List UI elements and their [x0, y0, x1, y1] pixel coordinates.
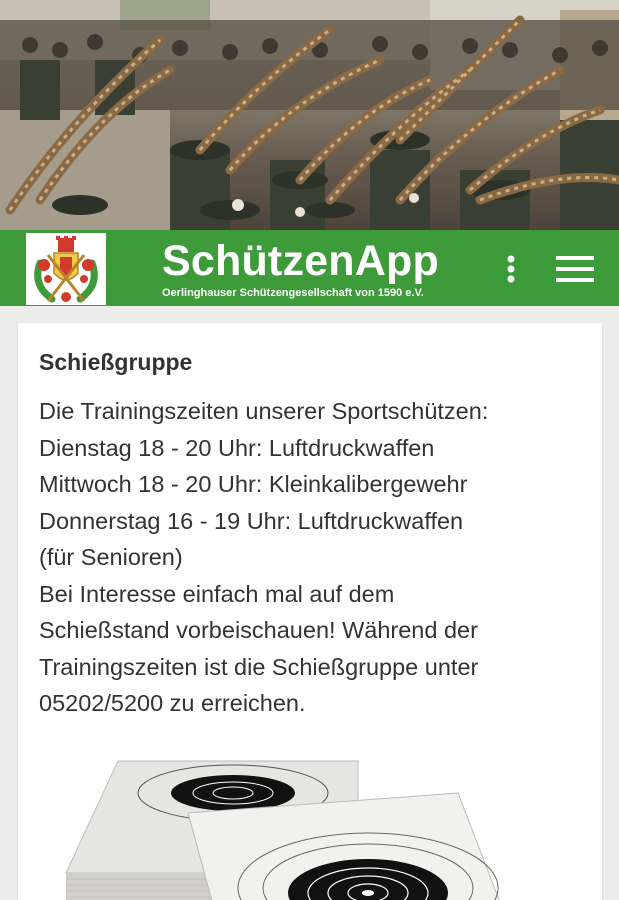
body-line: Mittwoch 18 - 20 Uhr: Kleinkalibergewehr [39, 471, 468, 497]
app-title: SchützenApp [162, 237, 439, 285]
more-options-button[interactable] [498, 250, 524, 288]
more-vertical-icon [507, 255, 515, 283]
body-line: (für Senioren) [39, 544, 183, 570]
shooting-targets-image [58, 753, 508, 900]
content-card: Schießgruppe Die Trainingszeiten unserer… [18, 323, 602, 900]
club-logo[interactable] [26, 233, 106, 305]
body-line: Bei Interesse einfach mal auf dem [39, 580, 395, 607]
body-line: Schießstand vorbeischauen! Während der [39, 617, 478, 643]
body-line: Dienstag 18 - 20 Uhr: Luftdruckwaffen [39, 434, 435, 461]
body-line: 05202/5200 zu erreichen. [39, 690, 306, 716]
body-line: Donnerstag 16 - 19 Uhr: Luftdruckwaffen [39, 507, 464, 534]
section-body: Die Trainingszeiten unserer Sportschütze… [39, 393, 599, 722]
body-line: Die Trainingszeiten unserer Sportschütze… [39, 398, 489, 424]
menu-button[interactable] [553, 252, 597, 286]
hero-photo [0, 0, 619, 230]
app-subtitle: Oerlinghauser Schützengesellschaft von 1… [162, 287, 424, 299]
hamburger-menu-icon [556, 256, 594, 282]
app-header: SchützenApp Oerlinghauser Schützengesell… [0, 230, 619, 306]
body-line: Trainingszeiten ist die Schießgruppe unt… [39, 653, 479, 680]
section-heading: Schießgruppe [39, 349, 193, 375]
